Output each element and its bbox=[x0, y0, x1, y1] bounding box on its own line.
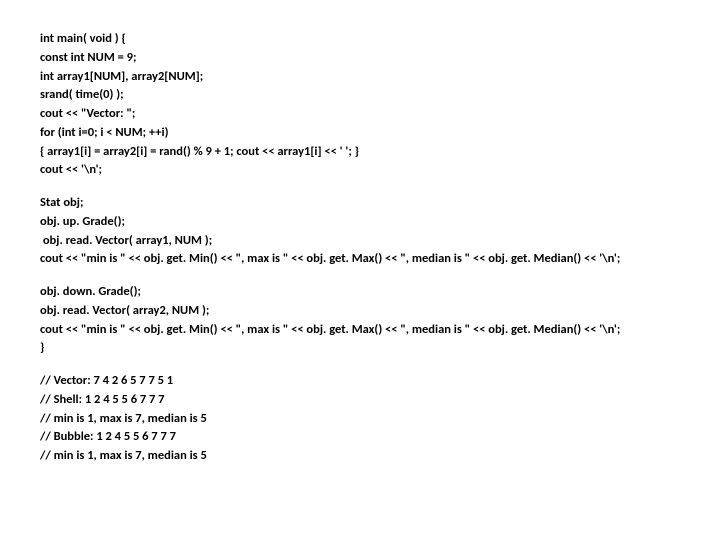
comment-line: // min is 1, max is 7, median is 5 bbox=[40, 447, 720, 466]
code-line: } bbox=[40, 339, 720, 358]
code-line: cout << '\n'; bbox=[40, 161, 720, 180]
blank-line bbox=[40, 269, 720, 283]
comment-line: // min is 1, max is 7, median is 5 bbox=[40, 410, 720, 429]
code-block: int main( void ) { const int NUM = 9; in… bbox=[0, 0, 720, 466]
code-line: Stat obj; bbox=[40, 194, 720, 213]
code-line: obj. up. Grade(); bbox=[40, 213, 720, 232]
comment-line: // Vector: 7 4 2 6 5 7 7 5 1 bbox=[40, 372, 720, 391]
code-line: obj. read. Vector( array2, NUM ); bbox=[40, 302, 720, 321]
code-line: for (int i=0; i < NUM; ++i) bbox=[40, 124, 720, 143]
comment-line: // Bubble: 1 2 4 5 5 6 7 7 7 bbox=[40, 428, 720, 447]
code-line: srand( time(0) ); bbox=[40, 86, 720, 105]
blank-line bbox=[40, 358, 720, 372]
code-line: int main( void ) { bbox=[40, 30, 720, 49]
code-line: int array1[NUM], array2[NUM]; bbox=[40, 68, 720, 87]
code-line: obj. read. Vector( array1, NUM ); bbox=[40, 232, 720, 251]
code-line: { array1[i] = array2[i] = rand() % 9 + 1… bbox=[40, 143, 720, 162]
code-line: cout << "min is " << obj. get. Min() << … bbox=[40, 250, 720, 269]
code-line: cout << "min is " << obj. get. Min() << … bbox=[40, 321, 720, 340]
code-line: obj. down. Grade(); bbox=[40, 283, 720, 302]
code-line: const int NUM = 9; bbox=[40, 49, 720, 68]
code-line: cout << "Vector: "; bbox=[40, 105, 720, 124]
blank-line bbox=[40, 180, 720, 194]
comment-line: // Shell: 1 2 4 5 5 6 7 7 7 bbox=[40, 391, 720, 410]
